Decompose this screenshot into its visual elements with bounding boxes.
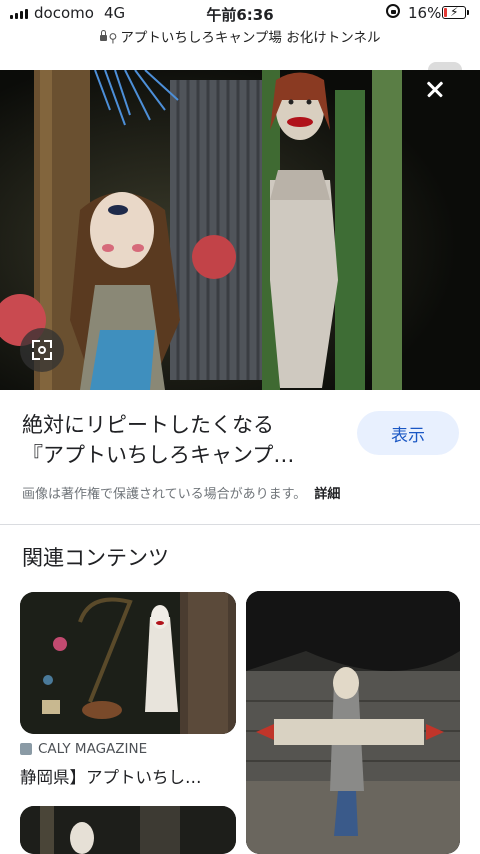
result-title[interactable]: 絶対にリピートしたくなる 『アプトいちしろキャンプ… (22, 410, 342, 470)
url-text: アプトいちしろキャンプ場 お化けトンネル (120, 30, 381, 46)
related-photo-3 (20, 806, 236, 854)
battery-tip (467, 10, 469, 15)
copyright-notice: 画像は著作権で保護されている場合があります。 詳細 (22, 483, 340, 502)
haunted-tunnel-photo (0, 70, 480, 390)
related-thumbnail-2[interactable] (246, 591, 460, 854)
related-card-title-1[interactable]: 静岡県】アプトいちし… (20, 764, 238, 788)
battery-charging-icon: ⚡ (442, 5, 466, 19)
lock-icon (99, 30, 107, 41)
battery-level-fill (444, 8, 447, 17)
related-thumbnail-1[interactable] (20, 592, 236, 734)
orientation-lock-icon (386, 4, 400, 18)
related-source-name: CALY MAGAZINE (38, 741, 148, 757)
preview-image[interactable] (0, 70, 480, 390)
result-title-line1: 絶対にリピートしたくなる (22, 413, 274, 437)
related-heading: 関連コンテンツ (22, 546, 169, 570)
divider (0, 524, 480, 525)
result-title-line2: 『アプトいちしろキャンプ… (22, 443, 295, 467)
show-button[interactable]: 表示 (357, 411, 459, 455)
status-bar: docomo 4G 午前6:36 16% ⚡ (0, 0, 480, 26)
site-favicon-icon (20, 743, 32, 755)
sheet-handle-strip (0, 50, 480, 72)
lens-search-button[interactable] (20, 328, 64, 372)
search-icon: ⚲ (108, 31, 118, 45)
related-photo-2 (246, 591, 460, 854)
detail-link[interactable]: 詳細 (314, 487, 340, 502)
url-bar[interactable]: ⚲ アプトいちしろキャンプ場 お化けトンネル (0, 26, 480, 48)
related-source-1[interactable]: CALY MAGAZINE (20, 741, 147, 757)
lens-icon (38, 346, 46, 354)
related-thumbnail-3[interactable] (20, 806, 236, 854)
copyright-text: 画像は著作権で保護されている場合があります。 (22, 487, 307, 502)
related-photo-1 (20, 592, 236, 734)
close-button[interactable] (402, 71, 462, 107)
battery-percent: 16% (408, 4, 442, 22)
